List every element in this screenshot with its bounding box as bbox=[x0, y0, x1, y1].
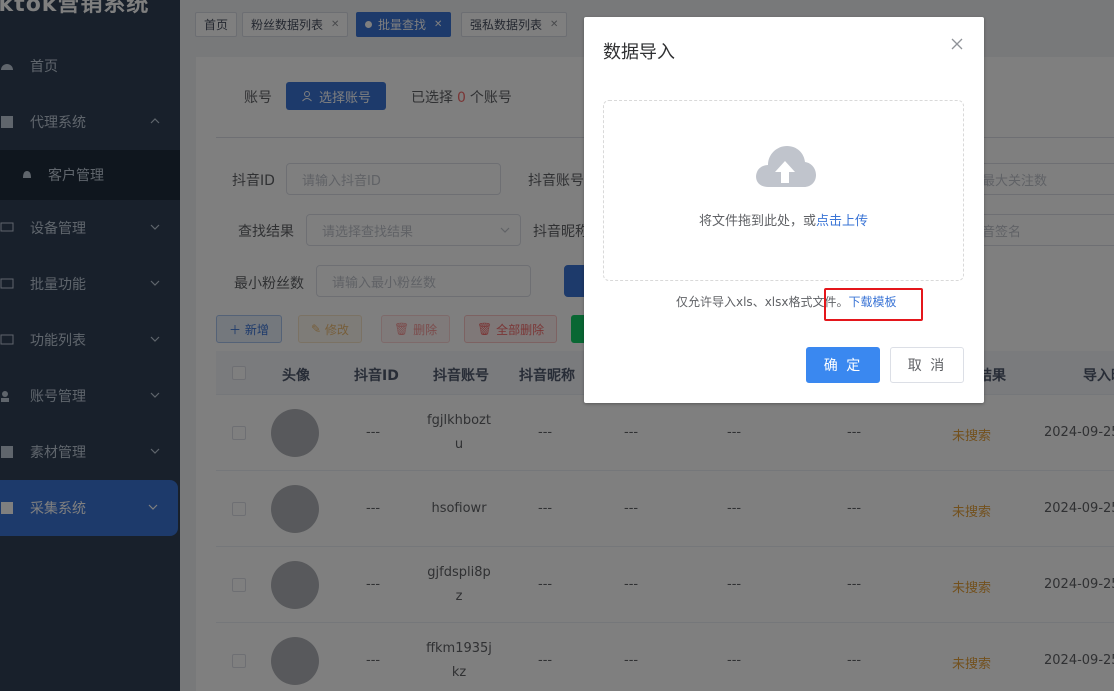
upload-dropzone[interactable]: 将文件拖到此处，或点击上传 bbox=[603, 100, 964, 281]
dropzone-text: 将文件拖到此处，或点击上传 bbox=[604, 210, 963, 229]
import-dialog: 数据导入 将文件拖到此处，或点击上传 仅允许导入xls、xlsx格式文件。下载模… bbox=[584, 17, 984, 403]
tip-text: 仅允许导入xls、xlsx格式文件。 bbox=[676, 295, 849, 309]
dialog-title: 数据导入 bbox=[603, 42, 675, 63]
click-upload-link[interactable]: 点击上传 bbox=[816, 214, 868, 229]
confirm-button[interactable]: 确 定 bbox=[806, 347, 880, 383]
close-icon[interactable] bbox=[950, 37, 964, 51]
cloud-upload-icon bbox=[756, 146, 816, 187]
drop-text: 将文件拖到此处，或 bbox=[698, 214, 816, 229]
highlight-box bbox=[824, 288, 923, 321]
cancel-button[interactable]: 取 消 bbox=[890, 347, 964, 383]
